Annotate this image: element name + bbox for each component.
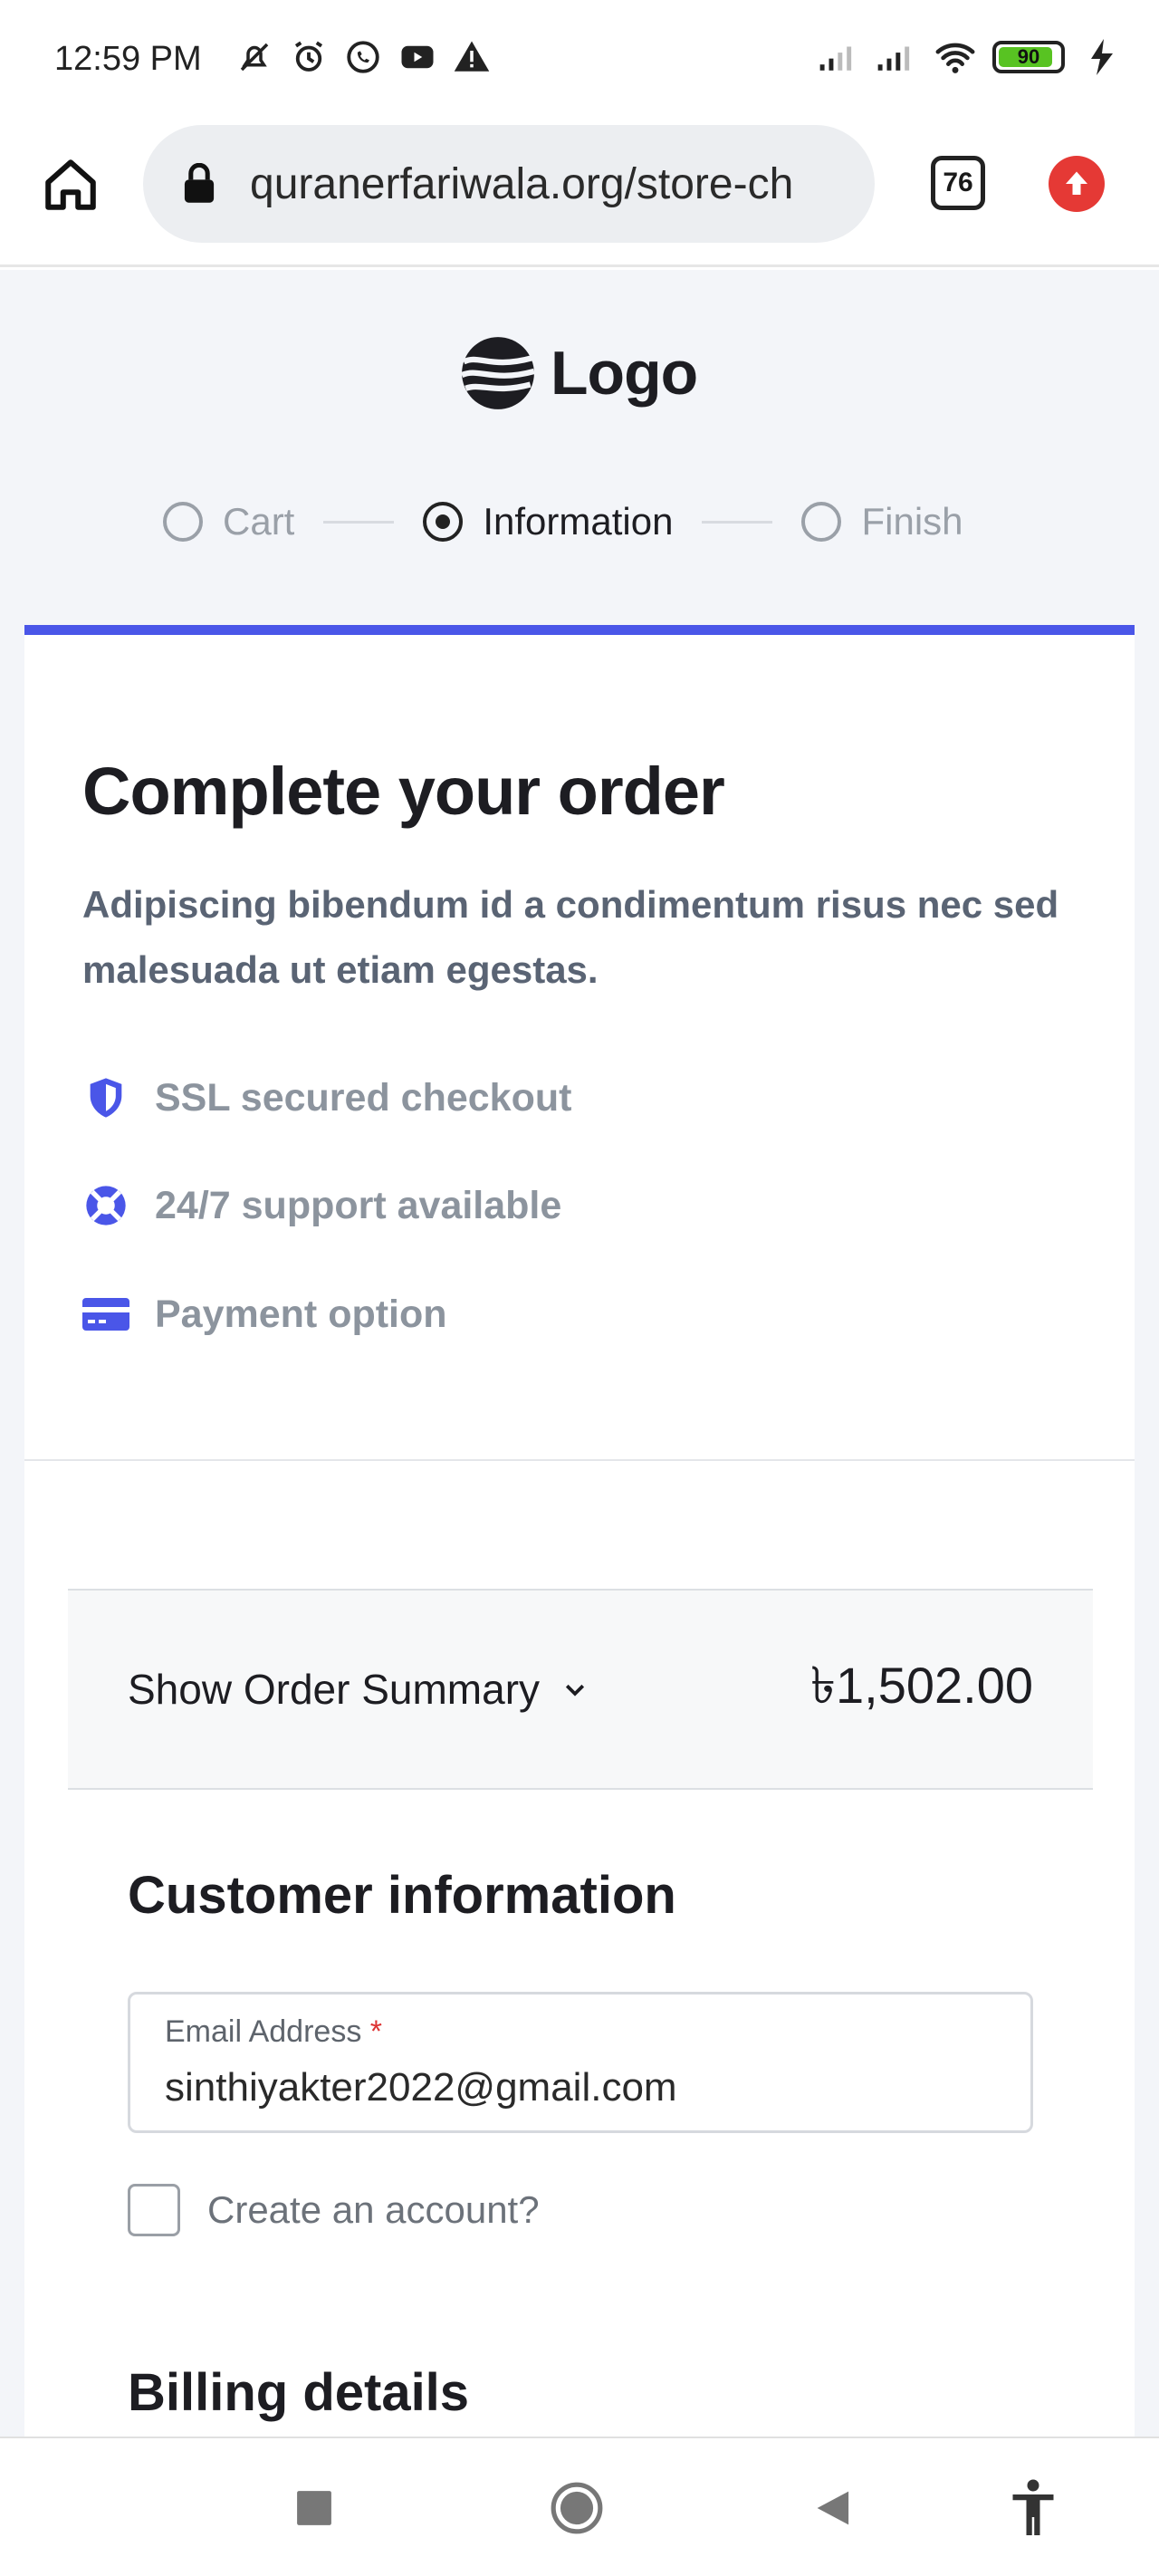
page-subtitle: Adipiscing bibendum id a condimentum ris… — [82, 883, 1059, 991]
step-finish[interactable]: Finish — [801, 500, 963, 543]
home-icon — [45, 159, 96, 210]
create-account-row[interactable]: Create an account? — [128, 2184, 540, 2236]
accessibility-button[interactable] — [1000, 2475, 1067, 2542]
logo-text: Logo — [551, 339, 698, 408]
create-account-label: Create an account? — [207, 2188, 540, 2231]
step-label: Finish — [861, 500, 963, 543]
system-nav-bar — [0, 2437, 1159, 2576]
customer-info-heading: Customer information — [128, 1866, 676, 1925]
step-label: Information — [483, 500, 674, 543]
step-connector — [702, 520, 773, 524]
wifi-icon — [934, 36, 976, 78]
battery-percentage: 90 — [1017, 45, 1040, 68]
create-account-checkbox[interactable] — [128, 2184, 180, 2236]
browser-toolbar: quranerfariwala.org/store-ch 76 — [0, 118, 1159, 267]
charging-icon — [1081, 36, 1123, 78]
feature-ssl: SSL secured checkout — [82, 1074, 571, 1121]
arrow-up-icon — [1066, 171, 1087, 195]
logo-mark-icon — [460, 337, 535, 409]
status-system-icons: 90 — [819, 36, 1123, 78]
feature-payment: Payment option — [82, 1291, 447, 1338]
status-notification-icons — [234, 36, 493, 78]
required-mark: * — [369, 2014, 383, 2049]
lifebuoy-icon — [82, 1182, 129, 1229]
email-value: sinthiyakter2022@gmail.com — [165, 2065, 677, 2110]
step-information[interactable]: Information — [423, 500, 673, 543]
feature-support: 24/7 support available — [82, 1182, 561, 1229]
status-bar: 12:59 PM 90 — [0, 0, 1159, 118]
step-radio-icon — [163, 502, 203, 542]
chevron-down-icon — [565, 1684, 585, 1697]
email-label: Email Address * — [165, 2014, 382, 2050]
email-field[interactable]: Email Address * sinthiyakter2022@gmail.c… — [128, 1992, 1033, 2133]
feature-label: Payment option — [155, 1292, 447, 1336]
home-button[interactable] — [36, 150, 105, 219]
feature-label: 24/7 support available — [155, 1183, 562, 1227]
site-logo[interactable]: Logo — [460, 335, 698, 411]
recents-button[interactable] — [281, 2475, 348, 2542]
section-divider — [24, 1459, 1135, 1461]
alarm-icon — [288, 36, 330, 78]
show-order-summary-toggle[interactable]: Show Order Summary — [128, 1591, 589, 1788]
circle-icon — [551, 2482, 603, 2534]
step-cart[interactable]: Cart — [163, 500, 294, 543]
url-text: quranerfariwala.org/store-ch — [250, 159, 794, 208]
tab-switcher-button[interactable]: 76 — [931, 156, 985, 210]
update-button[interactable] — [1049, 156, 1105, 212]
checkout-card: Complete your order Adipiscing bibendum … — [24, 625, 1135, 2437]
order-summary-bar[interactable]: Show Order Summary ৳1,502.00 — [68, 1589, 1093, 1790]
back-triangle-icon — [817, 2491, 849, 2525]
feature-label: SSL secured checkout — [155, 1075, 572, 1120]
step-connector — [323, 520, 395, 524]
back-button[interactable] — [800, 2475, 867, 2542]
step-radio-selected-icon — [423, 502, 464, 542]
home-nav-button[interactable] — [543, 2475, 610, 2542]
page-title: Complete your order — [82, 754, 725, 829]
shield-icon — [82, 1074, 129, 1121]
warning-icon — [451, 36, 493, 78]
summary-toggle-label: Show Order Summary — [128, 1666, 541, 1713]
lock-icon — [181, 162, 217, 206]
step-label: Cart — [223, 500, 295, 543]
accessibility-icon — [1012, 2479, 1054, 2535]
email-label-text: Email Address — [165, 2014, 362, 2049]
address-bar[interactable]: quranerfariwala.org/store-ch — [143, 125, 875, 243]
whatsapp-icon — [342, 36, 384, 78]
billing-details-heading: Billing details — [128, 2363, 470, 2422]
credit-card-icon — [82, 1291, 129, 1338]
signal-icon — [819, 36, 860, 78]
order-total: ৳1,502.00 — [810, 1657, 1033, 1714]
square-icon — [297, 2491, 331, 2525]
checkout-steps: Cart Information Finish — [163, 500, 963, 543]
youtube-icon — [397, 36, 438, 78]
battery-icon: 90 — [992, 41, 1065, 73]
status-time: 12:59 PM — [54, 40, 202, 78]
signal-icon — [876, 36, 918, 78]
mute-icon — [234, 36, 275, 78]
step-radio-icon — [801, 502, 842, 542]
